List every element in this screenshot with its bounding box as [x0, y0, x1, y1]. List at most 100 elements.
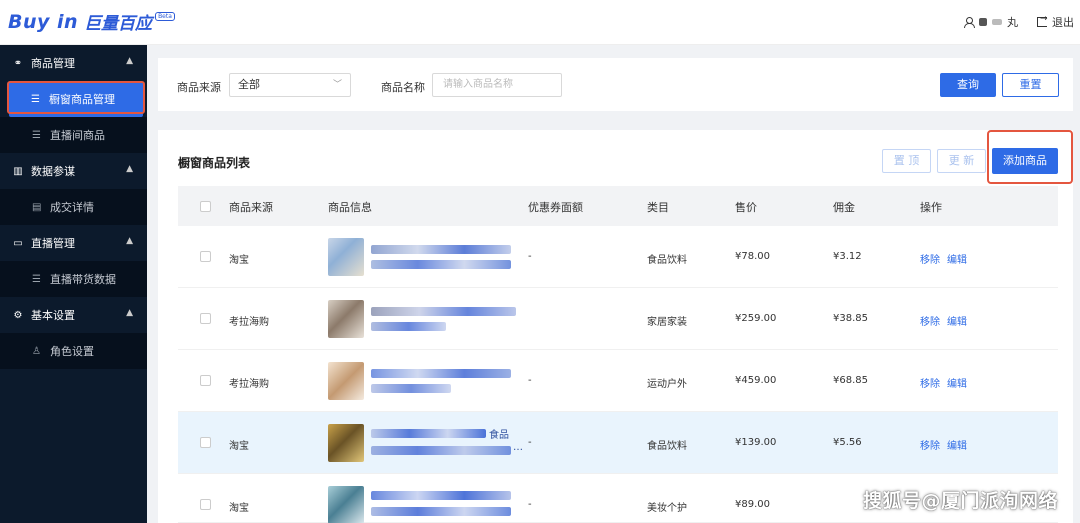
filter-card: 商品来源 全部 ﹀ 商品名称 请输入商品名称 查询 重置: [158, 58, 1073, 111]
row-source: 淘宝: [229, 255, 249, 266]
product-subtitle-blurred: [371, 260, 511, 269]
edit-link[interactable]: 编辑: [947, 375, 967, 390]
product-thumbnail[interactable]: [328, 424, 364, 462]
sidebar-group-data[interactable]: ▥ 数据参谋 ▲: [0, 153, 147, 189]
row-coupon: -: [528, 437, 532, 448]
row-category: 运动户外: [647, 379, 687, 390]
product-subtitle-blurred: [371, 322, 446, 331]
username-blurred: [992, 19, 1002, 25]
row-price: ¥78.00: [735, 251, 770, 262]
product-subtitle-blurred: [371, 384, 451, 393]
beta-badge: Beta: [155, 12, 175, 21]
avatar: [979, 18, 987, 26]
reset-button[interactable]: 重置: [1002, 73, 1059, 97]
product-name-input[interactable]: 请输入商品名称: [432, 73, 562, 97]
product-subtitle-visible: …: [513, 442, 523, 453]
sidebar-item-live-products[interactable]: ☰ 直播间商品: [0, 117, 147, 153]
source-label: 商品来源: [177, 81, 221, 94]
edit-link[interactable]: 编辑: [947, 437, 967, 452]
user-icon: ♙: [32, 345, 41, 357]
row-source: 考拉海购: [229, 379, 269, 390]
chevron-up-icon: ▲: [126, 308, 133, 318]
row-price: ¥459.00: [735, 375, 777, 386]
highlight-box-add: [987, 130, 1073, 184]
table-row[interactable]: 淘宝 食品 … - 食品饮料 ¥139.00 ¥5.56 移除 编辑: [178, 412, 1058, 474]
row-checkbox[interactable]: [200, 437, 211, 448]
row-price: ¥259.00: [735, 313, 777, 324]
row-checkbox[interactable]: [200, 499, 211, 510]
list-title: 橱窗商品列表: [178, 156, 251, 170]
sidebar-group-live[interactable]: ▭ 直播管理 ▲: [0, 225, 147, 261]
query-button[interactable]: 查询: [940, 73, 996, 97]
sidebar-item-label: 角色设置: [50, 345, 94, 358]
video-icon: ▭: [13, 237, 23, 249]
logout-button[interactable]: 退出: [1037, 14, 1074, 30]
table-header: 商品来源 商品信息 优惠券面额 类目 售价 佣金 操作: [178, 186, 1058, 226]
remove-link[interactable]: 移除: [920, 375, 940, 390]
row-category: 食品饮料: [647, 255, 687, 266]
product-thumbnail[interactable]: [328, 486, 364, 523]
pin-top-button[interactable]: 置 顶: [882, 149, 931, 173]
remove-link[interactable]: 移除: [920, 437, 940, 452]
product-title-visible: 食品: [489, 430, 509, 441]
row-commission: ¥38.85: [833, 313, 868, 324]
product-thumbnail[interactable]: [328, 362, 364, 400]
sidebar-group-label: 商品管理: [31, 57, 75, 70]
row-checkbox[interactable]: [200, 375, 211, 386]
sidebar-item-live-sales-data[interactable]: ☰ 直播带货数据: [0, 261, 147, 297]
list-icon: ☰: [32, 129, 41, 141]
row-checkbox[interactable]: [200, 313, 211, 324]
product-title-blurred: [371, 245, 511, 254]
remove-link[interactable]: 移除: [920, 313, 940, 328]
row-checkbox[interactable]: [200, 251, 211, 262]
col-category: 类目: [647, 201, 669, 214]
sidebar-group-settings[interactable]: ⚙ 基本设置 ▲: [0, 297, 147, 333]
edit-link[interactable]: 编辑: [947, 313, 967, 328]
table-row[interactable]: 考拉海购 - 运动户外 ¥459.00 ¥68.85 移除 编辑: [178, 350, 1058, 412]
col-source: 商品来源: [229, 201, 273, 214]
logo-cn-text: 巨量百应: [84, 14, 153, 34]
col-info: 商品信息: [328, 201, 372, 214]
row-price: ¥89.00: [735, 499, 770, 510]
product-icon: ⚭: [13, 57, 23, 69]
row-category: 家居家装: [647, 317, 687, 328]
row-source: 淘宝: [229, 441, 249, 452]
product-thumbnail[interactable]: [328, 300, 364, 338]
logout-icon: [1037, 14, 1048, 27]
row-commission: ¥5.56: [833, 437, 862, 448]
table-row[interactable]: 淘宝 - 食品饮料 ¥78.00 ¥3.12 移除 编辑: [178, 226, 1058, 288]
source-select[interactable]: 全部 ﹀: [229, 73, 351, 97]
update-button[interactable]: 更 新: [937, 149, 986, 173]
sidebar-group-label: 基本设置: [31, 309, 75, 322]
edit-link[interactable]: 编辑: [947, 251, 967, 266]
sidebar-item-deal-details[interactable]: ▤ 成交详情: [0, 189, 147, 225]
sidebar: ⚭ 商品管理 ▲ ☰ 橱窗商品管理 ☰ 直播间商品 ▥ 数据参谋 ▲ ▤ 成交详…: [0, 45, 147, 523]
product-title-blurred: [371, 429, 486, 438]
document-icon: ▤: [32, 201, 42, 213]
product-list-card: 橱窗商品列表 置 顶 更 新 添加商品 商品来源 商品信息 优惠券面额 类目 售…: [158, 130, 1073, 523]
top-header: Buy in 巨量百应 Beta 丸 退出: [0, 0, 1080, 45]
col-actions: 操作: [920, 201, 942, 214]
chevron-up-icon: ▲: [126, 56, 133, 66]
username-suffix: 丸: [1007, 16, 1018, 29]
product-thumbnail[interactable]: [328, 238, 364, 276]
highlight-box-showcase: [7, 81, 145, 114]
logo-text: Buy in: [8, 10, 79, 33]
sidebar-group-products[interactable]: ⚭ 商品管理 ▲: [0, 45, 147, 81]
buyin-logo[interactable]: Buy in 巨量百应 Beta: [8, 9, 175, 34]
user-menu[interactable]: 丸: [964, 14, 1018, 30]
user-icon: [964, 16, 975, 28]
select-all-checkbox[interactable]: [200, 201, 211, 212]
remove-link[interactable]: 移除: [920, 251, 940, 266]
chart-icon: ▥: [13, 165, 23, 177]
row-commission: ¥3.12: [833, 251, 862, 262]
product-title-blurred: [371, 307, 516, 316]
col-commission: 佣金: [833, 201, 855, 214]
product-subtitle-blurred: [371, 446, 511, 455]
col-price: 售价: [735, 201, 757, 214]
sidebar-item-label: 直播间商品: [50, 129, 105, 142]
sidebar-item-role-settings[interactable]: ♙ 角色设置: [0, 333, 147, 369]
product-title-blurred: [371, 369, 511, 378]
row-price: ¥139.00: [735, 437, 777, 448]
table-row[interactable]: 考拉海购 家居家装 ¥259.00 ¥38.85 移除 编辑: [178, 288, 1058, 350]
